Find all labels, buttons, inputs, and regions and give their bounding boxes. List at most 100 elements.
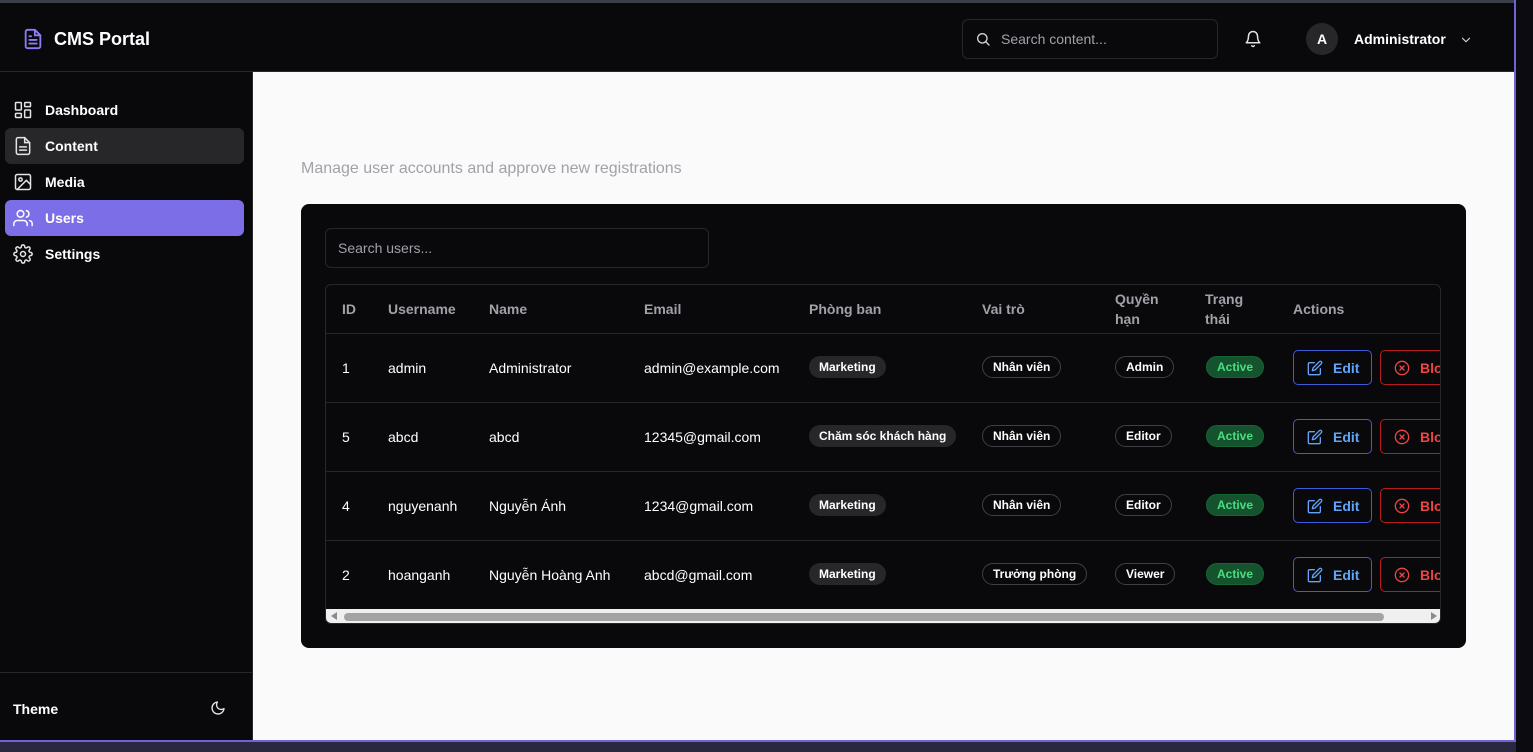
edit-button[interactable]: Edit <box>1293 488 1372 523</box>
department-badge: Marketing <box>809 356 886 378</box>
column-header-role[interactable]: Vai trò <box>982 299 1025 319</box>
x-circle-icon <box>1394 498 1410 513</box>
sidebar-item-content[interactable]: Content <box>5 128 244 164</box>
cell-id: 5 <box>342 429 350 445</box>
brand[interactable]: CMS Portal <box>22 27 150 51</box>
sidebar-item-label: Settings <box>45 246 101 262</box>
cell-email: 1234@gmail.com <box>644 498 754 514</box>
column-header-permission-line1: Quyền <box>1115 291 1159 307</box>
block-label: Blo <box>1420 359 1441 376</box>
column-header-department[interactable]: Phòng ban <box>809 299 881 319</box>
edit-icon <box>1307 498 1323 513</box>
column-header-status[interactable]: Trạng thái <box>1205 289 1243 329</box>
edit-button[interactable]: Edit <box>1293 557 1372 592</box>
permission-badge: Editor <box>1115 425 1172 447</box>
block-label: Blo <box>1420 566 1441 583</box>
cell-email: abcd@gmail.com <box>644 567 753 583</box>
block-button[interactable]: Blo <box>1380 488 1441 523</box>
cell-username: abcd <box>388 429 419 445</box>
block-label: Blo <box>1420 428 1441 445</box>
content-search-input[interactable] <box>1001 31 1201 47</box>
cell-username: admin <box>388 360 427 376</box>
user-search-box[interactable] <box>325 228 709 268</box>
sidebar-item-label: Dashboard <box>45 102 119 118</box>
cell-username: hoanganh <box>388 567 451 583</box>
column-header-actions: Actions <box>1293 301 1345 317</box>
scroll-right-arrow-icon[interactable] <box>1431 612 1437 620</box>
sidebar-item-dashboard[interactable]: Dashboard <box>5 92 244 128</box>
department-badge: Chăm sóc khách hàng <box>809 425 957 447</box>
app-title: CMS Portal <box>54 28 151 49</box>
table-row[interactable]: 2 hoanganh Nguyễn Hoàng Anh abcd@gmail.c… <box>326 541 1441 610</box>
chevron-down-icon[interactable] <box>1459 33 1473 47</box>
role-badge: Trưởng phòng <box>982 563 1088 585</box>
moon-icon[interactable] <box>210 700 226 716</box>
scrollbar-thumb[interactable] <box>344 613 1384 621</box>
cell-name: Nguyễn Hoàng Anh <box>489 567 611 583</box>
x-circle-icon <box>1394 429 1410 444</box>
table-row[interactable]: 5 abcd abcd 12345@gmail.com Chăm sóc khá… <box>326 403 1441 472</box>
theme-label: Theme <box>13 701 59 717</box>
role-badge: Nhân viên <box>982 494 1062 516</box>
cell-id: 4 <box>342 498 350 514</box>
users-icon <box>13 209 33 227</box>
sidebar-item-users[interactable]: Users <box>5 200 244 236</box>
column-header-id[interactable]: ID <box>342 299 356 319</box>
sidebar-item-media[interactable]: Media <box>5 164 244 200</box>
user-name[interactable]: Administrator <box>1354 31 1446 47</box>
user-search-input[interactable] <box>338 240 698 256</box>
role-badge: Nhân viên <box>982 425 1062 447</box>
edit-button[interactable]: Edit <box>1293 419 1372 454</box>
edit-icon <box>1307 360 1323 375</box>
sidebar-item-label: Users <box>45 210 84 226</box>
top-header: CMS Portal A Administrator <box>0 3 1514 72</box>
search-icon <box>977 33 990 46</box>
sidebar: Dashboard Content Media Users Settings T… <box>0 72 253 740</box>
block-button[interactable]: Blo <box>1380 419 1441 454</box>
window-edge <box>1516 0 1533 752</box>
column-header-email[interactable]: Email <box>644 299 681 319</box>
column-header-status-line1: Trạng <box>1205 291 1244 307</box>
edit-icon <box>1307 429 1323 444</box>
block-label: Blo <box>1420 497 1441 514</box>
scroll-left-arrow-icon[interactable] <box>331 612 337 620</box>
users-table: ID Username Name Email Phòng ban Vai trò… <box>325 284 1441 624</box>
edit-label: Edit <box>1333 359 1360 376</box>
edit-label: Edit <box>1333 428 1360 445</box>
image-icon <box>14 173 32 191</box>
department-badge: Marketing <box>809 563 886 585</box>
table-row[interactable]: 4 nguyenanh Nguyễn Ánh 1234@gmail.com Ma… <box>326 472 1441 541</box>
edit-button[interactable]: Edit <box>1293 350 1372 385</box>
notification-bell-icon[interactable] <box>1244 30 1262 48</box>
column-header-status-line2: thái <box>1205 311 1230 327</box>
content-search-box[interactable] <box>962 19 1218 59</box>
cell-username: nguyenanh <box>388 498 458 514</box>
avatar[interactable]: A <box>1306 23 1338 55</box>
gear-icon <box>13 244 33 264</box>
status-badge: Active <box>1206 494 1265 516</box>
horizontal-scrollbar[interactable] <box>326 609 1440 623</box>
document-logo-icon <box>24 28 42 50</box>
sidebar-item-settings[interactable]: Settings <box>5 236 244 272</box>
column-header-name[interactable]: Name <box>489 299 527 319</box>
app-window: CMS Portal A Administrator Dashboard Con… <box>0 0 1516 742</box>
permission-badge: Editor <box>1115 494 1172 516</box>
x-circle-icon <box>1394 567 1410 582</box>
role-badge: Nhân viên <box>982 356 1062 378</box>
table-row[interactable]: 1 admin Administrator admin@example.com … <box>326 334 1441 403</box>
edit-label: Edit <box>1333 566 1360 583</box>
block-button[interactable]: Blo <box>1380 350 1441 385</box>
cell-email: 12345@gmail.com <box>644 429 761 445</box>
status-badge: Active <box>1206 425 1265 447</box>
page-subtitle: Manage user accounts and approve new reg… <box>301 160 682 177</box>
sidebar-item-label: Content <box>45 138 98 154</box>
permission-badge: Admin <box>1115 356 1175 378</box>
table-header: ID Username Name Email Phòng ban Vai trò… <box>326 285 1440 334</box>
column-header-username[interactable]: Username <box>388 299 456 319</box>
dashboard-icon <box>14 101 32 119</box>
status-badge: Active <box>1206 356 1265 378</box>
cell-id: 2 <box>342 567 350 583</box>
block-button[interactable]: Blo <box>1380 557 1441 592</box>
permission-badge: Viewer <box>1115 563 1176 585</box>
column-header-permission[interactable]: Quyền hạn <box>1115 289 1159 329</box>
